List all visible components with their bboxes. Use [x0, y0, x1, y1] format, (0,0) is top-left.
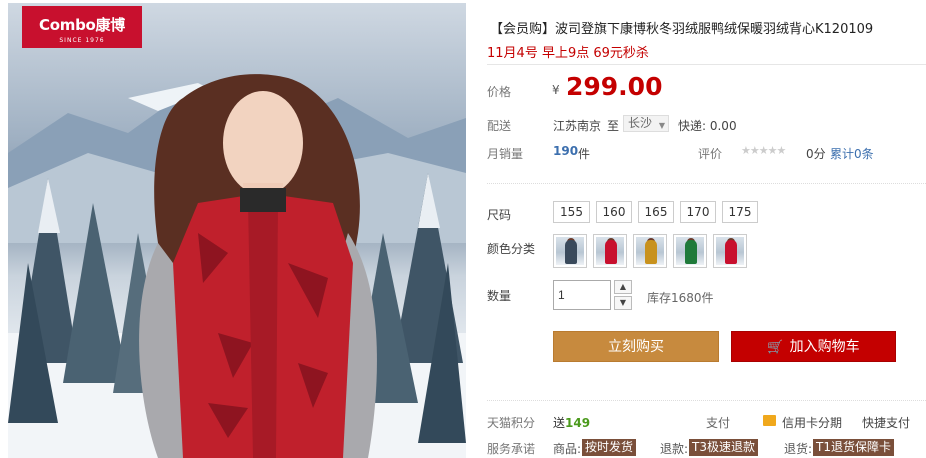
divider [487, 64, 926, 65]
tmall-points-value: 送149 [553, 416, 591, 430]
color-swatch-1[interactable] [553, 234, 587, 268]
monthly-sales-label: 月销量 [487, 147, 524, 161]
price-label: 价格 [487, 85, 512, 99]
credit-card-icon [763, 415, 776, 426]
service-label: 服务承诺 [487, 442, 536, 456]
service-tag-ontime-shipping[interactable]: 按时发货 [582, 439, 637, 456]
color-swatch-5[interactable] [713, 234, 747, 268]
brand-since-text: SINCE 1976 [59, 37, 105, 44]
size-option-165[interactable]: 165 [638, 201, 674, 223]
quantity-label: 数量 [487, 289, 512, 303]
promo-text: 11月4号 早上9点 69元秒杀 [487, 46, 649, 61]
quantity-increment-button[interactable]: ▲ [614, 280, 632, 294]
color-label: 颜色分类 [487, 242, 536, 256]
express-fee: 快递: 0.00 [678, 119, 737, 133]
service-tag-fast-refund[interactable]: T3极速退款 [689, 439, 758, 456]
rating-stars-icon: ★★★★★ [741, 144, 786, 157]
divider [487, 400, 926, 401]
shipping-label: 配送 [487, 119, 512, 133]
city-select-value: 长沙 [628, 116, 653, 130]
size-option-160[interactable]: 160 [596, 201, 632, 223]
service-tag-return-guarantee[interactable]: T1退货保障卡 [813, 439, 894, 456]
service-prefix-return: 退货: [784, 442, 813, 456]
cart-icon: 🛒 [767, 340, 784, 355]
ship-to-word: 至 [607, 119, 620, 133]
rating-label: 评价 [698, 147, 723, 161]
brand-logo-text: Combo康博 [39, 16, 125, 34]
product-photo-art [8, 74, 466, 458]
tmall-points-label: 天猫积分 [487, 416, 536, 430]
color-swatch-4[interactable] [673, 234, 707, 268]
size-option-170[interactable]: 170 [680, 201, 716, 223]
product-main-image[interactable]: Combo康博 SINCE 1976 [8, 3, 466, 458]
quantity-decrement-button[interactable]: ▼ [614, 296, 632, 310]
brand-logo: Combo康博 SINCE 1976 [22, 6, 142, 48]
reviews-link[interactable]: 累计0条 [830, 145, 874, 162]
ship-from: 江苏南京 [553, 119, 602, 133]
size-option-155[interactable]: 155 [553, 201, 590, 223]
installment-link[interactable]: 信用卡分期 [782, 414, 842, 431]
buy-now-button[interactable]: 立刻购买 [553, 331, 719, 362]
divider [487, 183, 926, 184]
quick-pay-link[interactable]: 快捷支付 [862, 414, 910, 431]
product-title: 【会员购】波司登旗下康博秋冬羽绒服鸭绒保暖羽绒背心K120109 [490, 22, 874, 37]
monthly-sales-unit: 件 [578, 147, 591, 161]
color-swatch-3[interactable] [633, 234, 667, 268]
service-prefix-goods: 商品: [553, 442, 582, 456]
size-option-175[interactable]: 175 [722, 201, 758, 223]
add-to-cart-label: 加入购物车 [789, 339, 860, 355]
color-swatch-2[interactable] [593, 234, 627, 268]
chevron-down-icon: ▼ [658, 121, 665, 130]
stock-text: 库存1680件 [647, 291, 714, 305]
product-price: 299.00 [566, 72, 663, 101]
payment-label: 支付 [706, 416, 731, 430]
service-prefix-refund: 退款: [660, 442, 689, 456]
rating-score: 0分 [806, 147, 826, 161]
add-to-cart-button[interactable]: 🛒 加入购物车 [731, 331, 896, 362]
monthly-sales-count: 190 [553, 144, 579, 158]
size-label: 尺码 [487, 208, 512, 222]
city-select[interactable]: 长沙 ▼ [623, 115, 669, 132]
quantity-input[interactable] [553, 280, 611, 310]
currency-symbol: ¥ [552, 83, 560, 97]
